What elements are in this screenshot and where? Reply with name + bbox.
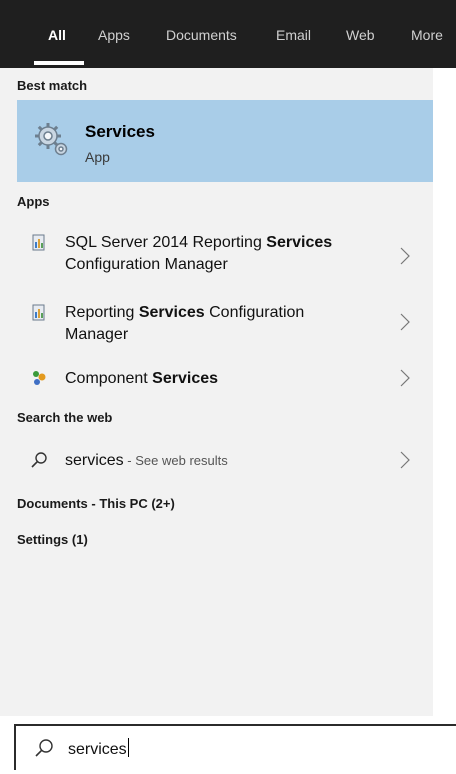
app-result-sql-reporting-config[interactable]: SQL Server 2014 Reporting Services Config… — [17, 228, 433, 286]
active-tab-indicator — [34, 61, 84, 65]
chevron-right-icon[interactable] — [399, 450, 411, 470]
search-icon — [35, 739, 53, 757]
chevron-right-icon[interactable] — [399, 368, 411, 388]
panel-edge — [433, 68, 456, 716]
app-result-component-services[interactable]: Component Services — [17, 366, 433, 394]
app-result-reporting-config[interactable]: Reporting Services Configuration Manager — [17, 298, 433, 356]
section-documents[interactable]: Documents - This PC (2+) — [17, 496, 175, 511]
best-match-title: Services — [85, 122, 155, 141]
text-caret — [127, 738, 129, 757]
tab-web[interactable]: Web — [346, 22, 375, 48]
app-result-label: Component Services — [65, 370, 219, 387]
tab-email[interactable]: Email — [276, 22, 311, 48]
search-icon — [31, 452, 47, 468]
web-result-label: services - See web results — [65, 452, 228, 469]
section-search-web: Search the web — [17, 410, 113, 425]
chevron-right-icon[interactable] — [399, 312, 411, 332]
section-best-match: Best match — [17, 78, 88, 93]
web-result-services[interactable]: services - See web results — [17, 448, 433, 476]
tab-apps[interactable]: Apps — [98, 22, 130, 48]
section-apps: Apps — [17, 194, 50, 209]
report-manager-icon — [32, 304, 45, 321]
chevron-right-icon[interactable] — [399, 246, 411, 266]
tab-more[interactable]: More — [411, 22, 443, 48]
filter-tab-bar: All Apps Documents Email Web More — [0, 0, 456, 68]
component-services-icon — [33, 371, 46, 385]
report-manager-icon — [32, 234, 45, 251]
services-gear-icon — [35, 123, 68, 156]
tab-documents[interactable]: Documents — [166, 22, 237, 48]
app-result-label: SQL Server 2014 Reporting Services Config… — [65, 234, 333, 273]
tab-all[interactable]: All — [48, 22, 66, 48]
search-input[interactable]: services — [68, 738, 129, 759]
app-result-label: Reporting Services Configuration Manager — [65, 304, 305, 343]
best-match-services-app[interactable]: Services App — [17, 100, 433, 182]
search-box[interactable]: services — [14, 724, 456, 770]
section-settings[interactable]: Settings (1) — [17, 532, 88, 547]
best-match-subtitle: App — [85, 149, 110, 165]
